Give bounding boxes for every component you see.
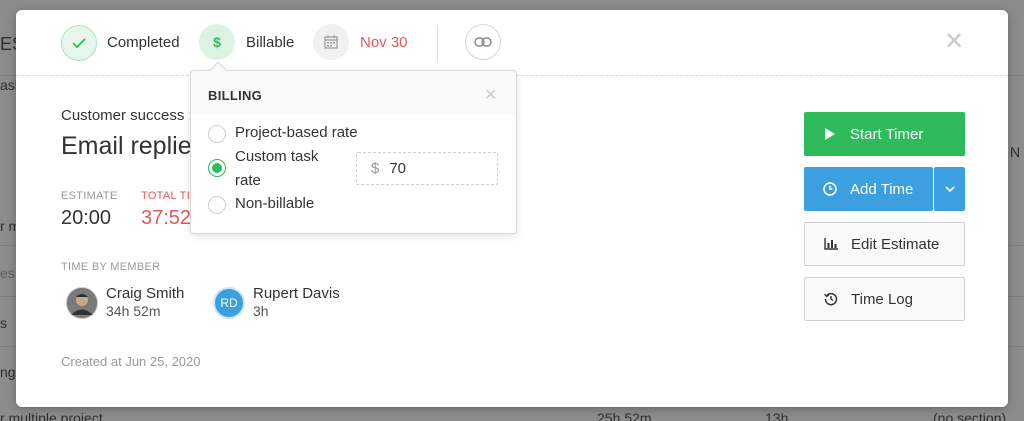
- bg-fragment: 13h: [765, 410, 789, 421]
- copy-link-button[interactable]: [465, 24, 501, 60]
- custom-rate-label[interactable]: rate: [235, 169, 261, 193]
- custom-rate-input[interactable]: $ 70: [356, 152, 498, 185]
- add-time-button[interactable]: Add Time: [804, 167, 933, 211]
- start-timer-button[interactable]: Start Timer: [804, 112, 965, 156]
- complete-toggle[interactable]: [61, 25, 97, 61]
- total-time-value: 37:52: [141, 207, 192, 229]
- time-by-member-heading: TIME BY MEMBER: [61, 261, 161, 273]
- rate-value: 70: [389, 160, 407, 177]
- member-time: 34h 52m: [106, 303, 161, 319]
- member-item: RD Rupert Davis 3h: [213, 285, 340, 320]
- non-billable-label[interactable]: Non-billable: [235, 192, 314, 216]
- member-time: 3h: [253, 303, 269, 319]
- bg-fragment: es: [0, 265, 15, 281]
- add-time-dropdown-button[interactable]: [934, 167, 965, 211]
- edit-estimate-button[interactable]: Edit Estimate: [804, 222, 965, 266]
- avatar: RD: [213, 286, 245, 319]
- avatar: [66, 286, 98, 319]
- billable-toggle[interactable]: $: [199, 24, 235, 60]
- member-item: Craig Smith 34h 52m: [66, 285, 184, 320]
- project-breadcrumb[interactable]: Customer success :: [61, 107, 193, 124]
- custom-rate-radio[interactable]: [208, 159, 226, 177]
- task-title[interactable]: Email replie: [61, 132, 192, 161]
- member-name: Rupert Davis: [253, 285, 340, 302]
- toolbar-divider: [437, 25, 438, 61]
- start-timer-label: Start Timer: [850, 125, 924, 143]
- estimate-value: 20:00: [61, 207, 112, 229]
- project-rate-label[interactable]: Project-based rate: [235, 121, 358, 145]
- close-icon[interactable]: ✕: [484, 85, 497, 105]
- created-date: Created at Jun 25, 2020: [61, 354, 201, 369]
- clock-icon: [822, 182, 838, 196]
- calendar-icon: [324, 35, 338, 49]
- play-icon: [822, 128, 838, 140]
- close-icon[interactable]: ✕: [944, 30, 964, 54]
- bg-fragment: (no section): [933, 410, 1007, 421]
- billable-label: Billable: [246, 34, 295, 51]
- billing-title: BILLING: [208, 88, 263, 103]
- bg-fragment: s: [0, 315, 7, 331]
- bar-chart-icon: [823, 238, 839, 250]
- currency-symbol: $: [371, 160, 380, 177]
- total-time-label: TOTAL TI: [141, 190, 191, 202]
- add-time-label: Add Time: [850, 180, 914, 198]
- time-log-label: Time Log: [851, 290, 913, 308]
- edit-estimate-label: Edit Estimate: [851, 235, 940, 253]
- time-log-button[interactable]: Time Log: [804, 277, 965, 321]
- task-toolbar: Completed $ Billable Nov 30 ✕: [16, 10, 1008, 76]
- estimate-label: ESTIMATE: [61, 190, 118, 202]
- dollar-icon: $: [213, 34, 221, 50]
- chevron-down-icon: [944, 186, 955, 192]
- bg-fragment: N: [1010, 144, 1021, 160]
- user-photo-icon: [67, 287, 97, 318]
- due-date-button[interactable]: [313, 24, 349, 60]
- completed-label: Completed: [107, 34, 180, 51]
- check-icon: [72, 38, 86, 49]
- bg-fragment: r multiple project: [0, 410, 103, 421]
- link-icon: [474, 37, 492, 47]
- bg-fragment: 25h 52m: [597, 410, 652, 421]
- member-name: Craig Smith: [106, 285, 185, 302]
- due-date-label[interactable]: Nov 30: [360, 34, 408, 51]
- project-rate-radio[interactable]: [208, 125, 226, 143]
- history-icon: [823, 292, 839, 306]
- non-billable-radio[interactable]: [208, 196, 226, 214]
- custom-rate-label[interactable]: Custom task: [235, 145, 318, 169]
